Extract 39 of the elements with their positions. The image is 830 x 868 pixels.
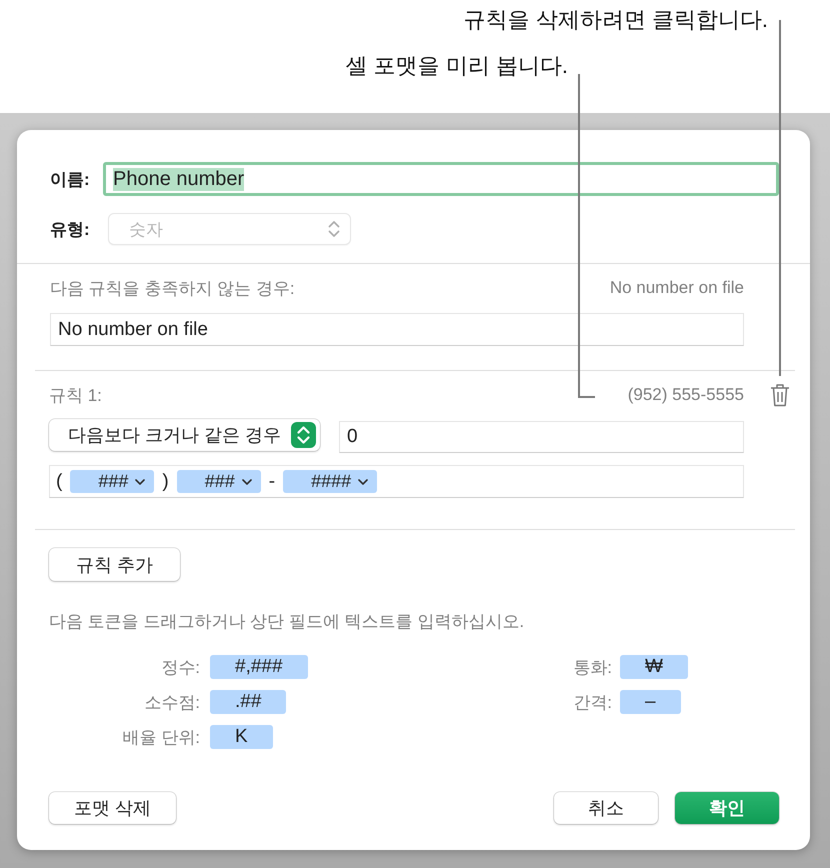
token-popup[interactable]: ###	[176, 470, 261, 493]
token-popup[interactable]: ####	[283, 470, 378, 493]
chevron-updown-icon	[328, 220, 340, 238]
chevron-down-icon	[358, 478, 368, 484]
name-label: 이름:	[50, 168, 91, 190]
callout-text: 셀 포맷을 미리 봅니다.	[346, 53, 568, 79]
format-field[interactable]: ( ### ) ### - ####	[49, 465, 744, 498]
condition-popup[interactable]: 다음보다 크거나 같은 경우	[49, 419, 320, 451]
fallback-preview: No number on file	[610, 278, 744, 298]
token-chip[interactable]: #,###	[210, 655, 308, 679]
token-chip[interactable]: ₩	[620, 655, 688, 679]
token-label: 소수점:	[143, 692, 200, 714]
fallback-text-field[interactable]: No number on file	[50, 313, 744, 346]
callout-text: 규칙을 삭제하려면 클릭합니다.	[464, 7, 768, 33]
chevron-down-icon	[242, 478, 252, 484]
stepper-icon	[291, 422, 316, 448]
token-chip[interactable]: K	[210, 725, 273, 749]
type-label: 유형:	[50, 218, 91, 240]
trash-icon[interactable]	[770, 383, 790, 407]
token-popup[interactable]: ###	[70, 470, 154, 493]
chevron-down-icon	[135, 478, 146, 484]
token-label: 통화:	[572, 656, 612, 678]
literal-text: (	[56, 470, 62, 492]
literal-text: )	[162, 470, 169, 492]
name-field[interactable]: Phone number	[103, 162, 779, 196]
token-chip[interactable]: –	[620, 690, 681, 714]
rule-label: 규칙 1:	[49, 384, 103, 406]
add-rule-button[interactable]: 규칙 추가	[49, 548, 180, 581]
footer-button[interactable]: 포맷 삭제	[49, 792, 176, 824]
token-label: 배율 단위:	[122, 726, 200, 748]
token-label: 간격:	[572, 692, 612, 714]
footer-button[interactable]: 취소	[554, 792, 658, 824]
literal-text: -	[268, 470, 276, 492]
token-label: 정수:	[160, 656, 200, 678]
threshold-field[interactable]: 0	[339, 421, 744, 453]
fallback-label: 다음 규칙을 충족하지 않는 경우:	[50, 278, 295, 300]
instructions-text: 다음 토큰을 드래그하거나 상단 필드에 텍스트를 입력하십시오.	[49, 611, 524, 633]
rule-preview: (952) 555-5555	[628, 385, 744, 405]
token-chip[interactable]: .##	[210, 690, 286, 714]
